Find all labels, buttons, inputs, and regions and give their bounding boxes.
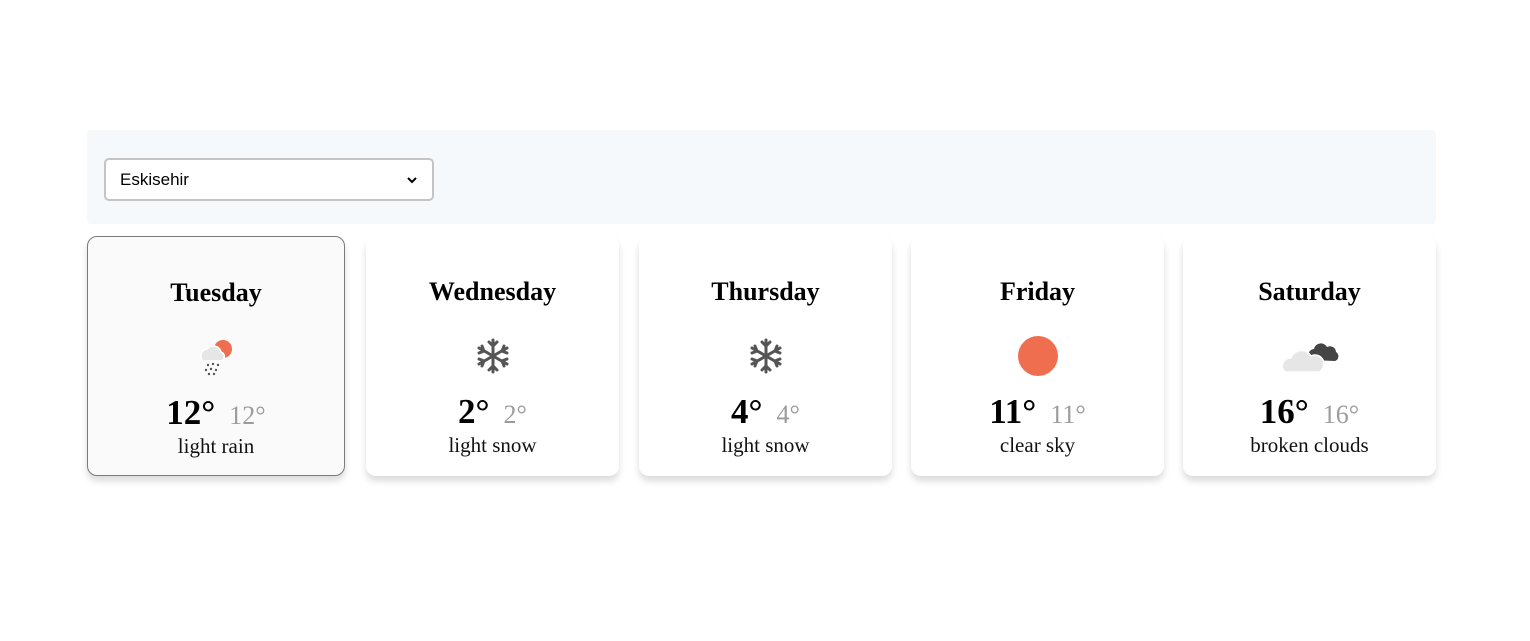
broken-clouds-icon xyxy=(1281,334,1339,378)
temp-high: 2° xyxy=(458,392,490,431)
rain-sun-icon xyxy=(194,335,238,379)
weather-description: broken clouds xyxy=(1250,433,1369,457)
forecast-card-friday[interactable]: Friday 11° 11° clear sky xyxy=(911,236,1164,476)
city-select[interactable]: Eskisehir xyxy=(104,158,434,201)
temp-high: 12° xyxy=(166,393,216,432)
day-name: Friday xyxy=(999,277,1076,306)
forecast-card-saturday[interactable]: Saturday 16° 16° broken clouds xyxy=(1183,236,1436,476)
city-select-value: Eskisehir xyxy=(120,169,189,189)
temp-high: 11° xyxy=(989,392,1037,431)
chevron-down-icon xyxy=(407,176,417,183)
forecast-list: Tuesday 12° 12° light rain Wednesday 2° … xyxy=(87,236,1436,478)
forecast-card-wednesday[interactable]: Wednesday 2° 2° light snow xyxy=(366,236,619,476)
snowflake-icon xyxy=(744,334,788,378)
weather-description: light snow xyxy=(721,433,810,457)
temp-low: 16° xyxy=(1322,400,1360,429)
sun-icon xyxy=(1016,334,1060,378)
temp-high: 16° xyxy=(1259,392,1309,431)
snowflake-icon xyxy=(471,334,515,378)
temp-low: 11° xyxy=(1050,400,1086,429)
forecast-card-thursday[interactable]: Thursday 4° 4° light snow xyxy=(639,236,892,476)
weather-description: light snow xyxy=(448,433,537,457)
temp-low: 12° xyxy=(229,401,266,430)
forecast-card-tuesday[interactable]: Tuesday 12° 12° light rain xyxy=(87,236,345,476)
day-name: Tuesday xyxy=(170,278,262,307)
day-name: Thursday xyxy=(711,277,820,306)
weather-description: light rain xyxy=(177,434,255,458)
temp-low: 2° xyxy=(503,400,527,429)
temp-high: 4° xyxy=(731,392,763,431)
day-name: Saturday xyxy=(1258,277,1361,306)
temp-low: 4° xyxy=(776,400,800,429)
weather-description: clear sky xyxy=(999,433,1076,457)
day-name: Wednesday xyxy=(428,277,557,306)
location-bar: Eskisehir xyxy=(87,130,1436,224)
